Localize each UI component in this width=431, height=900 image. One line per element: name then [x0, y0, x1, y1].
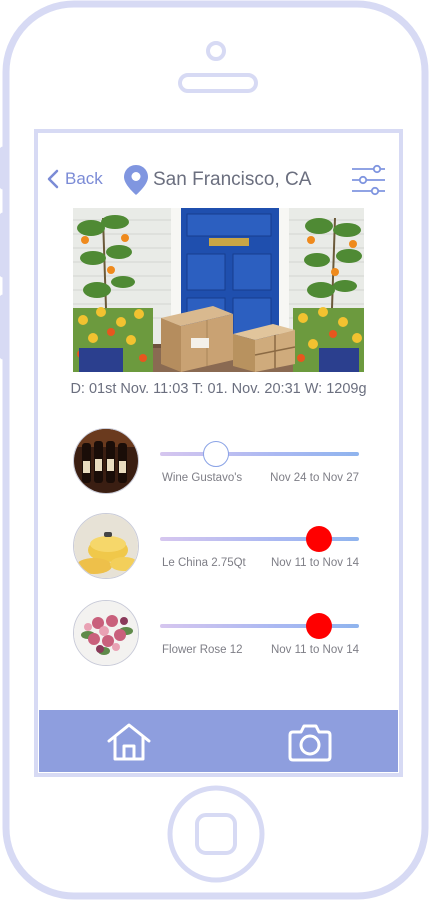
item-name: Wine Gustavo's: [162, 472, 243, 484]
slider-track: [160, 452, 359, 456]
app-screen: Back San Francisco, CA D: 01st Nov. 11:0…: [39, 134, 398, 772]
delivery-photo: [73, 208, 364, 372]
tab-camera[interactable]: [287, 722, 333, 762]
thumbnail-wine: [73, 428, 139, 494]
slider-knob[interactable]: [306, 613, 333, 639]
chevron-left-icon: [47, 169, 59, 189]
back-label: Back: [65, 169, 103, 188]
item-name: Le China 2.75Qt: [162, 557, 246, 569]
back-button[interactable]: Back: [47, 167, 103, 191]
list-item-china: Le China 2.75Qt Nov 11 to Nov 14: [73, 513, 363, 583]
thumbnail-flowers: [73, 600, 139, 666]
camera-icon: [288, 724, 332, 762]
item-date-range: Nov 24 to Nov 27: [270, 472, 359, 484]
slider-knob[interactable]: [202, 441, 229, 467]
list-item-wine: Wine Gustavo's Nov 24 to Nov 27: [73, 428, 363, 498]
tab-home[interactable]: [106, 722, 152, 762]
location: San Francisco, CA: [123, 164, 311, 196]
tab-bar: [39, 710, 398, 772]
item-name: Flower Rose 12: [162, 644, 243, 656]
home-icon: [107, 723, 151, 761]
list-item-flowers: Flower Rose 12 Nov 11 to Nov 14: [73, 600, 363, 670]
header: Back San Francisco, CA: [39, 134, 398, 206]
location-label: San Francisco, CA: [153, 169, 312, 190]
item-date-range: Nov 11 to Nov 14: [270, 557, 359, 569]
filter-settings-button[interactable]: [351, 164, 387, 196]
thumbnail-cookware: [73, 513, 139, 579]
delivery-window-slider[interactable]: [160, 441, 359, 467]
sliders-icon: [352, 164, 385, 196]
location-pin-icon: [124, 165, 148, 195]
delivery-window-slider[interactable]: [160, 613, 359, 639]
slider-knob[interactable]: [306, 526, 333, 552]
delivery-summary: D: 01st Nov. 11:03 T: 01. Nov. 20:31 W: …: [70, 381, 367, 397]
delivery-window-slider[interactable]: [160, 526, 359, 552]
item-date-range: Nov 11 to Nov 14: [270, 644, 359, 656]
